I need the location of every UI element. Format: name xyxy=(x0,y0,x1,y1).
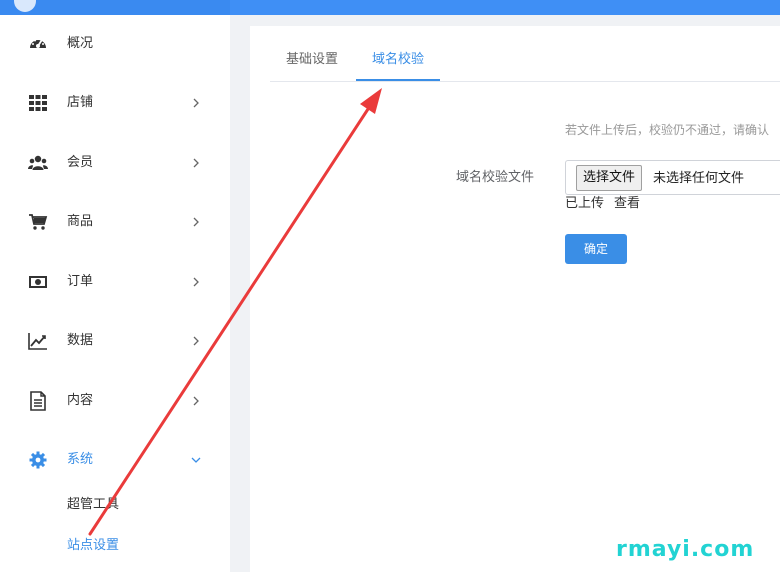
sidebar-subitem-super-admin-tools[interactable]: 超管工具 xyxy=(67,495,119,515)
sidebar-subitem-site-settings[interactable]: 站点设置 xyxy=(67,536,119,556)
money-icon xyxy=(28,272,48,292)
domain-verification-file-label: 域名校验文件 xyxy=(456,170,535,185)
sidebar-item-orders[interactable]: 订单 xyxy=(0,262,230,302)
tab-basic-settings[interactable]: 基础设置 xyxy=(286,50,338,70)
chevron-right-icon xyxy=(190,335,202,347)
sidebar-item-label: 系统 xyxy=(67,452,94,467)
sidebar-item-label: 数据 xyxy=(67,333,94,348)
dashboard-gauge-icon xyxy=(28,34,48,54)
chevron-down-icon xyxy=(190,454,202,466)
chevron-right-icon xyxy=(190,216,202,228)
document-icon xyxy=(28,391,48,411)
users-icon xyxy=(28,153,48,173)
confirm-button[interactable]: 确定 xyxy=(565,234,627,264)
watermark-text: rmayi.com xyxy=(616,537,755,562)
grid-icon xyxy=(28,93,48,113)
chevron-right-icon xyxy=(190,97,202,109)
sidebar-item-label: 概况 xyxy=(67,36,94,51)
upload-hint-text: 若文件上传后，校验仍不通过，请确认 xyxy=(565,123,770,137)
chevron-right-icon xyxy=(190,157,202,169)
sidebar-item-content[interactable]: 内容 xyxy=(0,381,230,421)
gear-icon xyxy=(28,450,48,470)
chevron-right-icon xyxy=(190,395,202,407)
sidebar-item-store[interactable]: 店铺 xyxy=(0,83,230,123)
sidebar-item-products[interactable]: 商品 xyxy=(0,202,230,242)
sidebar-item-members[interactable]: 会员 xyxy=(0,143,230,183)
tab-domain-verification[interactable]: 域名校验 xyxy=(372,50,424,70)
tab-bar: 基础设置 域名校验 xyxy=(270,26,780,82)
chevron-right-icon xyxy=(190,276,202,288)
top-header-bar xyxy=(0,0,780,15)
sidebar-item-label: 会员 xyxy=(67,155,94,170)
view-uploaded-link[interactable]: 查看 xyxy=(614,194,640,214)
line-chart-icon xyxy=(28,331,48,351)
file-input-field[interactable]: 选择文件 未选择任何文件 xyxy=(565,160,780,195)
main-panel: 基础设置 域名校验 若文件上传后，校验仍不通过，请确认 域名校验文件 选择文件 … xyxy=(250,26,780,572)
sidebar-item-label: 店铺 xyxy=(67,95,94,110)
uploaded-status: 已上传 xyxy=(565,196,605,211)
active-tab-indicator xyxy=(356,79,440,81)
cart-icon xyxy=(28,212,48,232)
sidebar-item-overview[interactable]: 概况 xyxy=(0,24,230,64)
sidebar-item-label: 内容 xyxy=(67,393,94,408)
sidebar-item-data[interactable]: 数据 xyxy=(0,321,230,361)
sidebar-item-label: 订单 xyxy=(67,274,94,289)
sidebar-item-label: 商品 xyxy=(67,214,94,229)
sidebar: 概况 店铺 会员 商品 订单 数据 内容 系统 超管工具 站点设置 xyxy=(0,15,230,572)
choose-file-button[interactable]: 选择文件 xyxy=(576,165,643,191)
file-status-text: 未选择任何文件 xyxy=(653,171,745,186)
sidebar-item-system[interactable]: 系统 xyxy=(0,440,230,480)
content-gutter xyxy=(230,15,250,572)
